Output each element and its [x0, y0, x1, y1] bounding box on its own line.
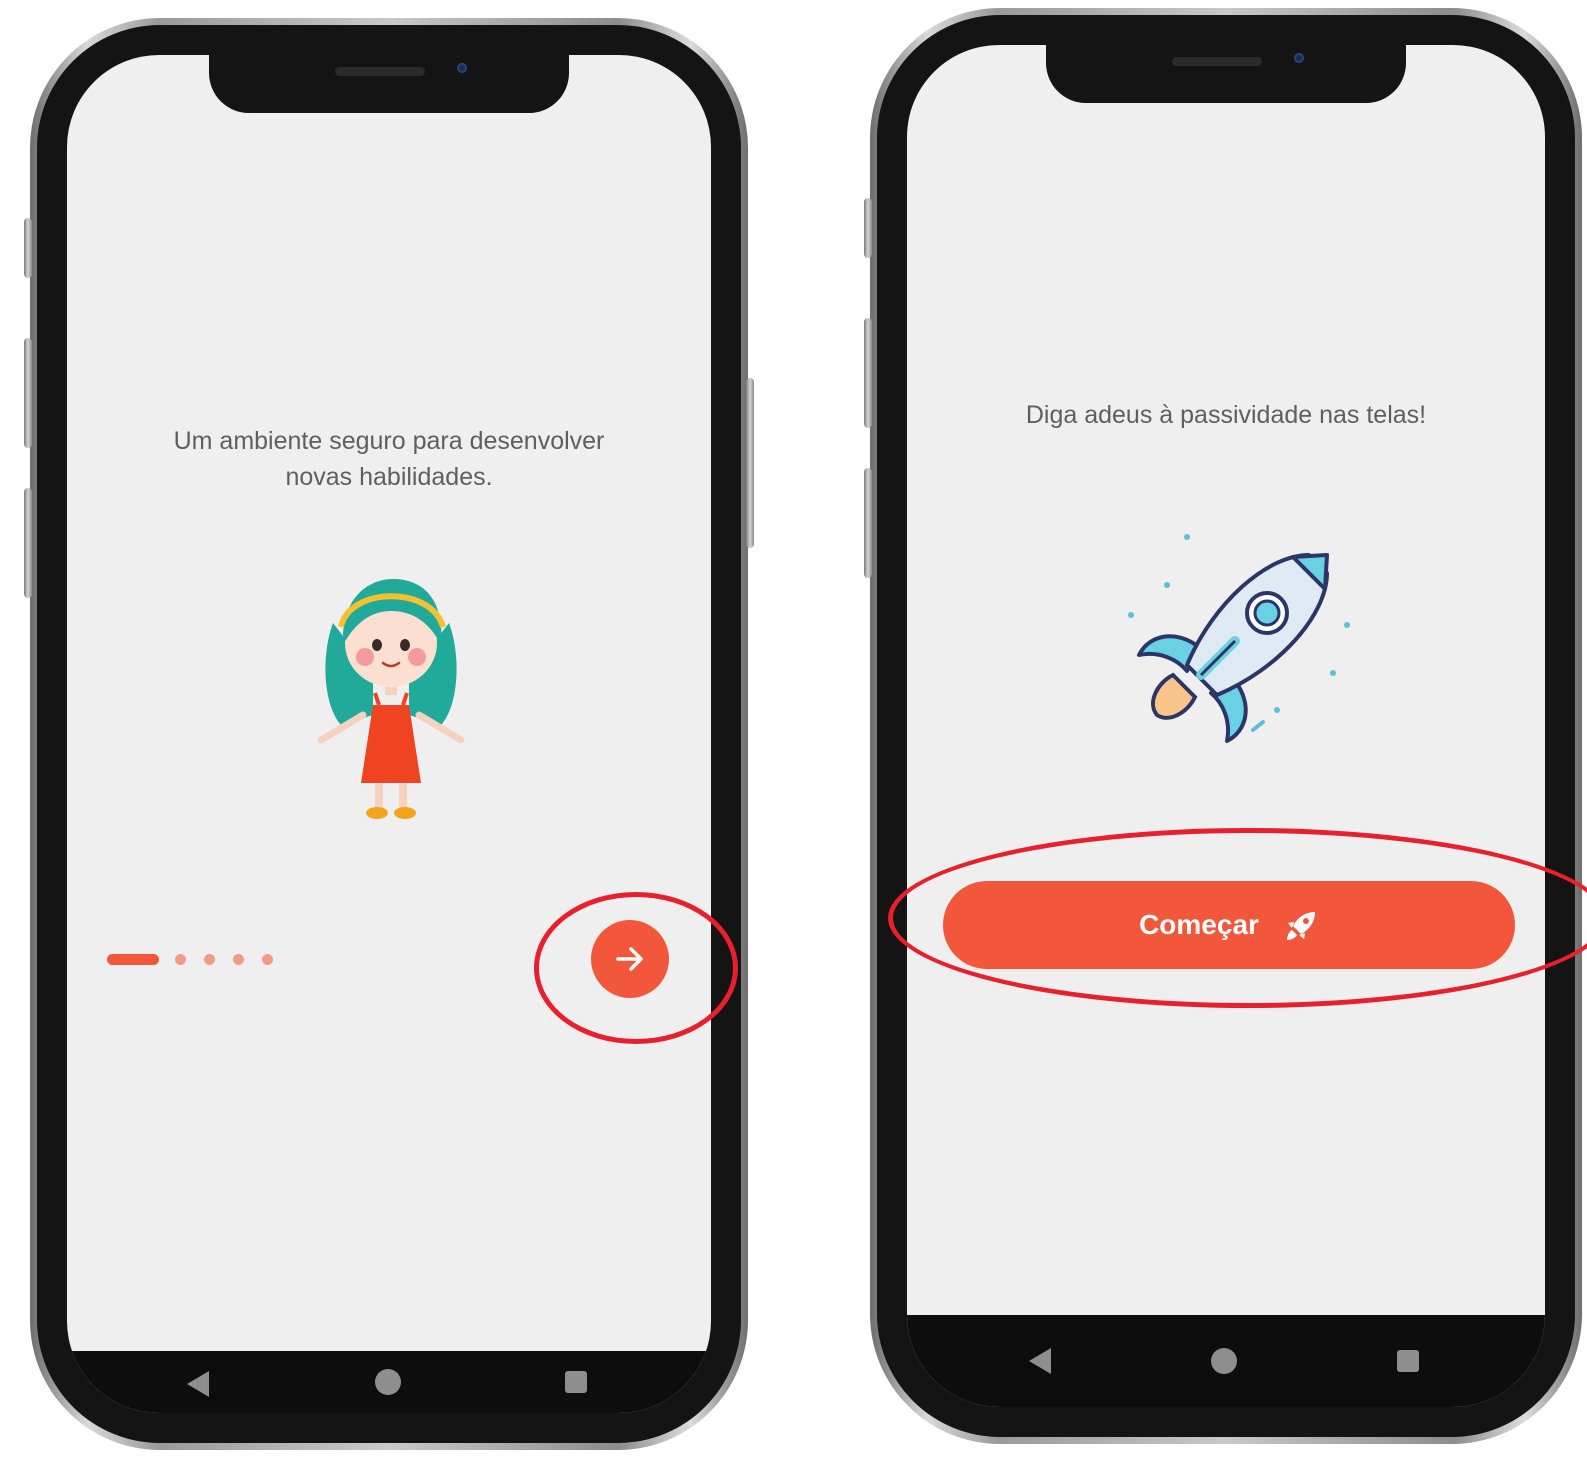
front-camera [1294, 53, 1305, 63]
rocket-illustration [1128, 534, 1350, 743]
page-indicator-dot [262, 954, 273, 965]
back-triangle-icon[interactable] [187, 1371, 209, 1397]
android-nav-bar [907, 1315, 1545, 1407]
page-indicator-dot [175, 954, 186, 965]
left-screen: Um ambiente seguro para desenvolver nova… [67, 55, 711, 1413]
right-phone-button-vol-down [864, 468, 872, 578]
right-screen: Diga adeus à passividade nas telas! Come… [907, 45, 1545, 1407]
next-button[interactable] [591, 920, 669, 998]
front-camera [457, 63, 468, 73]
left-phone-button-vol-down [24, 488, 32, 598]
page-indicator-dot [233, 954, 244, 965]
arrow-right-icon [616, 947, 643, 971]
recent-square-icon[interactable] [565, 1371, 587, 1393]
start-button-label: Começar [1139, 909, 1259, 940]
left-phone-button-vol-up [24, 338, 32, 448]
back-triangle-icon[interactable] [1029, 1348, 1051, 1374]
phone-right: Diga adeus à passividade nas telas! Come… [864, 8, 1582, 1444]
right-phone-button-vol-up [864, 318, 872, 428]
rocket-icon [1286, 912, 1315, 940]
speaker-grille [1172, 57, 1262, 66]
home-circle-icon[interactable] [1211, 1348, 1237, 1374]
girl-illustration [317, 579, 465, 819]
left-phone-button-silent [24, 218, 32, 278]
recent-square-icon[interactable] [1397, 1350, 1419, 1372]
caption-line-1: Diga adeus à passividade nas telas! [1025, 401, 1427, 429]
right-phone-button-silent [864, 198, 872, 258]
caption-line-1: Um ambiente seguro para desenvolver [173, 427, 605, 455]
speaker-grille [335, 67, 425, 76]
phone-left-body: Um ambiente seguro para desenvolver nova… [37, 25, 741, 1443]
notch [209, 55, 569, 113]
caption-line-2: novas habilidades. [285, 463, 493, 491]
onboarding-caption: Um ambiente seguro para desenvolver nova… [67, 423, 711, 495]
left-phone-button-power [746, 378, 754, 548]
onboarding-caption: Diga adeus à passividade nas telas! [907, 397, 1545, 433]
phone-left: Um ambiente seguro para desenvolver nova… [24, 18, 754, 1450]
phone-right-body: Diga adeus à passividade nas telas! Come… [877, 15, 1575, 1437]
home-circle-icon[interactable] [375, 1369, 401, 1395]
page-indicator-active [107, 954, 159, 965]
page-indicator-dot [204, 954, 215, 965]
notch [1046, 45, 1406, 103]
android-nav-bar [67, 1351, 711, 1413]
start-button[interactable]: Começar [943, 881, 1515, 969]
